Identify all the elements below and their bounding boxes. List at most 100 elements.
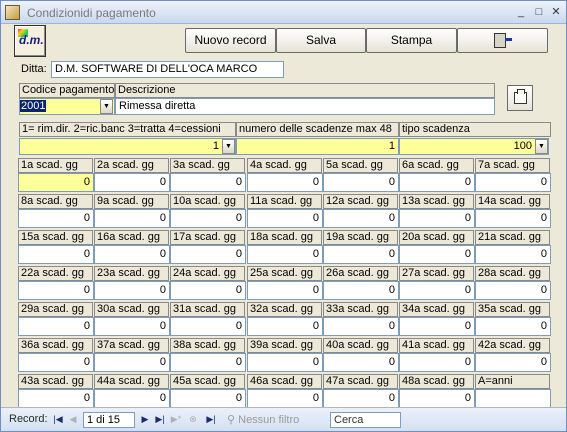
prev-record-icon[interactable]: ◀ — [67, 412, 79, 427]
record-position-field[interactable]: 1 di 15 — [83, 412, 135, 428]
scadenza-field[interactable]: 0 — [399, 209, 475, 228]
scadenza-field[interactable]: 0 — [323, 389, 399, 408]
exit-door-icon — [494, 33, 512, 48]
scadenza-label: 24a scad. gg — [170, 266, 245, 281]
scadenza-field[interactable]: 0 — [170, 389, 246, 408]
scadenza-field[interactable]: 0 — [475, 245, 551, 264]
scadenza-cell: 5a scad. gg 0 — [323, 158, 399, 196]
scadenza-field[interactable]: 0 — [323, 317, 399, 336]
scadenza-label: 23a scad. gg — [94, 266, 169, 281]
lookup-button[interactable] — [507, 85, 533, 111]
scadenza-cell: 30a scad. gg 0 — [94, 302, 170, 340]
scadenza-field[interactable] — [475, 389, 551, 408]
scadenza-field[interactable]: 0 — [323, 209, 399, 228]
scadenza-field[interactable]: 0 — [475, 353, 551, 372]
maximize-button[interactable]: □ — [531, 5, 547, 19]
scadenza-field[interactable]: 0 — [399, 245, 475, 264]
scadenza-field[interactable]: 0 — [170, 317, 246, 336]
scadenza-field[interactable]: 0 — [247, 353, 323, 372]
scadenza-cell: 25a scad. gg 0 — [247, 266, 323, 304]
save-button[interactable]: Salva — [276, 28, 366, 53]
scadenza-field[interactable]: 0 — [247, 209, 323, 228]
scadenza-field[interactable]: 0 — [94, 281, 170, 300]
ditta-label: Ditta: — [21, 63, 47, 75]
close-button[interactable]: ✕ — [548, 5, 564, 19]
scadenza-field[interactable]: 0 — [18, 173, 94, 192]
tipo-rimessa-dropdown-icon[interactable]: ▼ — [222, 139, 235, 154]
ditta-field[interactable]: D.M. SOFTWARE DI DELL'OCA MARCO — [51, 61, 284, 78]
exit-button[interactable] — [457, 28, 548, 53]
scadenza-field[interactable]: 0 — [170, 245, 246, 264]
scadenza-label: 22a scad. gg — [18, 266, 93, 281]
scadenza-field[interactable]: 0 — [170, 353, 246, 372]
scadenza-field[interactable]: 0 — [323, 353, 399, 372]
tipo-scadenza-field[interactable]: 100 — [399, 138, 549, 155]
scadenza-label: 11a scad. gg — [247, 194, 322, 209]
scadenza-field[interactable]: 0 — [94, 353, 170, 372]
numero-scadenze-field[interactable]: 1 — [236, 138, 399, 155]
descrizione-field[interactable]: Rimessa diretta — [115, 98, 495, 115]
scadenza-label: 29a scad. gg — [18, 302, 93, 317]
goto-record-icon[interactable]: ▶| — [205, 412, 217, 427]
scadenza-field[interactable]: 0 — [18, 245, 94, 264]
scadenza-field[interactable]: 0 — [475, 173, 551, 192]
codice-dropdown-icon[interactable]: ▼ — [100, 99, 113, 114]
delete-record-icon[interactable]: ⊗ — [187, 412, 199, 427]
scadenza-label: 45a scad. gg — [170, 374, 245, 389]
scadenza-cell: 4a scad. gg 0 — [247, 158, 323, 196]
scadenza-field[interactable]: 0 — [247, 173, 323, 192]
scadenza-field[interactable]: 0 — [323, 281, 399, 300]
scadenza-field[interactable]: 0 — [399, 173, 475, 192]
scadenza-label: 19a scad. gg — [323, 230, 398, 245]
clipboard-icon — [514, 89, 527, 104]
scadenza-cell: 34a scad. gg 0 — [399, 302, 475, 340]
scadenza-field[interactable]: 0 — [18, 317, 94, 336]
scadenza-field[interactable]: 0 — [18, 281, 94, 300]
scadenza-label: 37a scad. gg — [94, 338, 169, 353]
scadenza-label: 38a scad. gg — [170, 338, 245, 353]
scadenza-field[interactable]: 0 — [399, 353, 475, 372]
scadenza-field[interactable]: 0 — [94, 245, 170, 264]
scadenza-field[interactable]: 0 — [323, 245, 399, 264]
scadenza-field[interactable]: 0 — [18, 353, 94, 372]
scadenza-field[interactable]: 0 — [475, 209, 551, 228]
last-record-icon[interactable]: ▶| — [154, 412, 166, 427]
scadenza-cell: 27a scad. gg 0 — [399, 266, 475, 304]
scadenza-field[interactable]: 0 — [247, 245, 323, 264]
first-record-icon[interactable]: |◀ — [52, 412, 64, 427]
scadenza-field[interactable]: 0 — [247, 389, 323, 408]
scadenza-field[interactable]: 0 — [399, 317, 475, 336]
print-button[interactable]: Stampa — [366, 28, 457, 53]
descrizione-label: Descrizione — [115, 83, 495, 98]
scadenza-cell: 26a scad. gg 0 — [323, 266, 399, 304]
scadenza-field[interactable]: 0 — [94, 173, 170, 192]
scadenza-label: 7a scad. gg — [475, 158, 550, 173]
new-record-nav-icon[interactable]: ▶* — [170, 412, 182, 427]
scadenza-field[interactable]: 0 — [399, 281, 475, 300]
scadenza-field[interactable]: 0 — [18, 209, 94, 228]
scadenza-field[interactable]: 0 — [475, 317, 551, 336]
scadenza-cell: 7a scad. gg 0 — [475, 158, 551, 196]
scadenza-field[interactable]: 0 — [247, 281, 323, 300]
scadenza-field[interactable]: 0 — [247, 317, 323, 336]
new-record-button[interactable]: Nuovo record — [185, 28, 276, 53]
scadenza-field[interactable]: 0 — [94, 317, 170, 336]
scadenza-field[interactable]: 0 — [94, 389, 170, 408]
dm-logo[interactable]: d.m. — [14, 25, 46, 57]
tipo-rimessa-field[interactable]: 1 — [19, 138, 236, 155]
scadenza-field[interactable]: 0 — [323, 173, 399, 192]
record-label: Record: — [9, 413, 48, 425]
next-record-icon[interactable]: ▶ — [139, 412, 151, 427]
scadenza-field[interactable]: 0 — [94, 209, 170, 228]
scadenza-field[interactable]: 0 — [170, 281, 246, 300]
search-input[interactable]: Cerca — [330, 412, 401, 428]
tipo-scadenza-dropdown-icon[interactable]: ▼ — [535, 139, 548, 154]
scadenza-field[interactable]: 0 — [170, 209, 246, 228]
scadenza-label: 33a scad. gg — [323, 302, 398, 317]
filter-status[interactable]: ⚲ Nessun filtro — [227, 412, 299, 428]
scadenza-field[interactable]: 0 — [170, 173, 246, 192]
scadenza-field[interactable]: 0 — [18, 389, 94, 408]
minimize-button[interactable]: _ — [513, 5, 529, 19]
scadenza-field[interactable]: 0 — [475, 281, 551, 300]
scadenza-field[interactable]: 0 — [399, 389, 475, 408]
